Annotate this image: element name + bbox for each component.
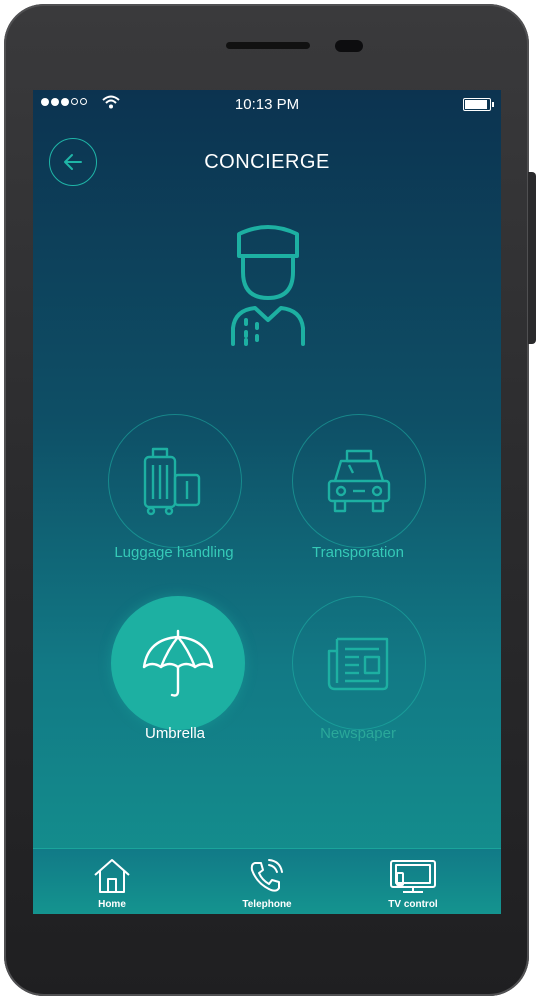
nav-tv-control-label: TV control [388,899,438,910]
newspaper-icon [327,637,389,691]
nav-telephone-label: Telephone [242,899,292,910]
tv-icon [390,860,436,893]
luggage-handling-label: Luggage handling [114,544,234,561]
status-bar: 10:13 PM [33,90,501,118]
page-title: CONCIERGE [204,151,330,173]
battery-icon [463,98,494,111]
nav-tv-control[interactable]: TV control [353,857,473,910]
newspaper-label: Newspaper [320,725,396,742]
transportation-button[interactable] [292,414,426,548]
umbrella-icon [142,629,214,697]
nav-telephone[interactable]: Telephone [207,857,327,910]
side-button [528,172,536,344]
front-camera [335,40,363,52]
speaker-grille [226,42,310,49]
transportation-label: Transporation [312,544,404,561]
status-time: 10:13 PM [234,96,300,113]
umbrella-button[interactable] [111,596,245,730]
luggage-handling-button[interactable] [108,414,242,548]
app-screen: 10:13 PM CONCIERGE Luggage handling Tran… [33,90,501,914]
concierge-icon [231,225,305,346]
luggage-icon [143,447,201,516]
nav-home-label: Home [98,899,126,910]
telephone-icon [250,859,283,892]
bottom-nav: Home Telephone TV control [33,848,501,914]
home-icon [94,859,130,893]
umbrella-label: Umbrella [144,725,205,742]
nav-home[interactable]: Home [52,857,172,910]
taxi-icon [327,449,391,513]
newspaper-button[interactable] [292,596,426,730]
